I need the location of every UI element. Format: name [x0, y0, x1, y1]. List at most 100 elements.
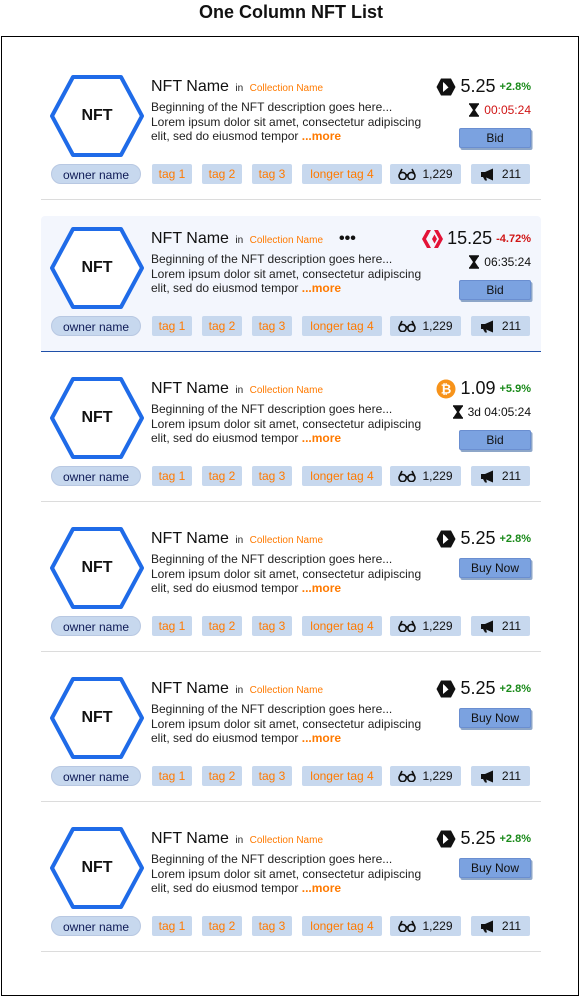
promotions-stat[interactable]: 211 — [471, 766, 530, 786]
more-link[interactable]: ...more — [302, 281, 341, 295]
nft-description: Beginning of the NFT description goes he… — [151, 402, 423, 446]
collection-link[interactable]: Collection Name — [250, 535, 323, 546]
action-button[interactable]: Bid — [459, 128, 531, 148]
owner-chip[interactable]: owner name — [51, 164, 141, 184]
promotions-count: 211 — [501, 619, 522, 633]
in-label: in — [235, 835, 244, 846]
action-button[interactable]: Buy Now — [459, 708, 531, 728]
tag-chip-1[interactable]: tag 1 — [152, 316, 192, 336]
collection-link[interactable]: Collection Name — [250, 835, 323, 846]
more-link[interactable]: ...more — [302, 581, 341, 595]
nft-image[interactable]: NFT — [49, 226, 145, 310]
more-link[interactable]: ...more — [302, 431, 341, 445]
promotions-count: 211 — [501, 167, 522, 181]
svg-text:₿: ₿ — [441, 381, 452, 396]
promotions-count: 211 — [501, 769, 522, 783]
nft-image-label: NFT — [81, 559, 113, 576]
tag-chip-3[interactable]: tag 3 — [252, 316, 292, 336]
glasses-icon — [398, 470, 417, 482]
tag-chip-2[interactable]: tag 2 — [202, 466, 242, 486]
tag-chip-4[interactable]: longer tag 4 — [302, 164, 382, 184]
owner-chip[interactable]: owner name — [51, 616, 141, 636]
nft-image[interactable]: NFT — [49, 74, 145, 158]
action-button[interactable]: Bid — [459, 280, 531, 300]
tag-chip-4[interactable]: longer tag 4 — [302, 316, 382, 336]
nft-image-label: NFT — [81, 709, 113, 726]
collection-link[interactable]: Collection Name — [250, 685, 323, 696]
owner-chip[interactable]: owner name — [51, 316, 141, 336]
nft-name[interactable]: NFT Name — [151, 530, 229, 547]
tag-chip-2[interactable]: tag 2 — [202, 164, 242, 184]
nft-card-4[interactable]: NFT NFT Name in Collection Name Beginnin… — [41, 516, 541, 652]
tag-chip-3[interactable]: tag 3 — [252, 766, 292, 786]
action-button[interactable]: Buy Now — [459, 858, 531, 878]
nft-name[interactable]: NFT Name — [151, 230, 229, 247]
tag-chip-2[interactable]: tag 2 — [202, 616, 242, 636]
views-stat[interactable]: 1,229 — [390, 466, 461, 486]
nft-name[interactable]: NFT Name — [151, 78, 229, 95]
tag-chip-4[interactable]: longer tag 4 — [302, 616, 382, 636]
tag-chip-4[interactable]: longer tag 4 — [302, 466, 382, 486]
tag-chip-3[interactable]: tag 3 — [252, 466, 292, 486]
tag-chip-1[interactable]: tag 1 — [152, 916, 192, 936]
more-link[interactable]: ...more — [302, 129, 341, 143]
tag-chip-3[interactable]: tag 3 — [252, 916, 292, 936]
countdown-text: 3d 04:05:24 — [467, 405, 531, 419]
promotions-stat[interactable]: 211 — [471, 466, 530, 486]
tag-chip-2[interactable]: tag 2 — [202, 766, 242, 786]
page-title: One Column NFT List — [199, 2, 383, 22]
collection-link[interactable]: Collection Name — [250, 385, 323, 396]
views-stat[interactable]: 1,229 — [390, 766, 461, 786]
views-count: 1,229 — [422, 319, 453, 333]
glasses-icon — [398, 770, 417, 782]
price-change: +2.8% — [499, 832, 532, 845]
views-stat[interactable]: 1,229 — [390, 616, 461, 636]
views-stat[interactable]: 1,229 — [390, 316, 461, 336]
nft-card-3[interactable]: NFT NFT Name in Collection Name Beginnin… — [41, 366, 541, 502]
tag-chip-1[interactable]: tag 1 — [152, 616, 192, 636]
tag-chip-1[interactable]: tag 1 — [152, 466, 192, 486]
promotions-stat[interactable]: 211 — [471, 164, 530, 184]
views-stat[interactable]: 1,229 — [390, 164, 461, 184]
nft-image[interactable]: NFT — [49, 376, 145, 460]
owner-chip[interactable]: owner name — [51, 466, 141, 486]
price-value: 5.25 — [460, 528, 496, 548]
tag-chip-2[interactable]: tag 2 — [202, 316, 242, 336]
more-menu-icon[interactable]: ••• — [339, 230, 356, 248]
nft-name[interactable]: NFT Name — [151, 680, 229, 697]
nft-card-2[interactable]: NFT NFT Name in Collection Name Beginnin… — [41, 216, 541, 352]
nft-card-6[interactable]: NFT NFT Name in Collection Name Beginnin… — [41, 816, 541, 952]
views-stat[interactable]: 1,229 — [390, 916, 461, 936]
tag-chip-1[interactable]: tag 1 — [152, 164, 192, 184]
countdown-text: 00:05:24 — [484, 103, 531, 117]
tag-chip-3[interactable]: tag 3 — [252, 616, 292, 636]
tag-chip-4[interactable]: longer tag 4 — [302, 766, 382, 786]
owner-chip[interactable]: owner name — [51, 916, 141, 936]
promotions-stat[interactable]: 211 — [471, 316, 530, 336]
nft-image-label: NFT — [81, 859, 113, 876]
nft-image[interactable]: NFT — [49, 676, 145, 760]
nft-name[interactable]: NFT Name — [151, 380, 229, 397]
nft-card-5[interactable]: NFT NFT Name in Collection Name Beginnin… — [41, 666, 541, 802]
nft-card-1[interactable]: NFT NFT Name in Collection Name Beginnin… — [41, 64, 541, 200]
collection-link[interactable]: Collection Name — [250, 83, 323, 94]
more-link[interactable]: ...more — [302, 881, 341, 895]
action-button[interactable]: Bid — [459, 430, 531, 450]
glasses-icon — [398, 168, 417, 180]
tag-chip-4[interactable]: longer tag 4 — [302, 916, 382, 936]
nft-image[interactable]: NFT — [49, 826, 145, 910]
megaphone-icon — [480, 620, 493, 632]
tag-chip-1[interactable]: tag 1 — [152, 766, 192, 786]
tag-chip-2[interactable]: tag 2 — [202, 916, 242, 936]
nft-description: Beginning of the NFT description goes he… — [151, 100, 423, 144]
promotions-stat[interactable]: 211 — [471, 616, 530, 636]
action-button[interactable]: Buy Now — [459, 558, 531, 578]
price-value: 1.09 — [460, 378, 496, 398]
nft-name[interactable]: NFT Name — [151, 830, 229, 847]
promotions-stat[interactable]: 211 — [471, 916, 530, 936]
nft-image[interactable]: NFT — [49, 526, 145, 610]
owner-chip[interactable]: owner name — [51, 766, 141, 786]
more-link[interactable]: ...more — [302, 731, 341, 745]
tag-chip-3[interactable]: tag 3 — [252, 164, 292, 184]
collection-link[interactable]: Collection Name — [250, 235, 323, 246]
